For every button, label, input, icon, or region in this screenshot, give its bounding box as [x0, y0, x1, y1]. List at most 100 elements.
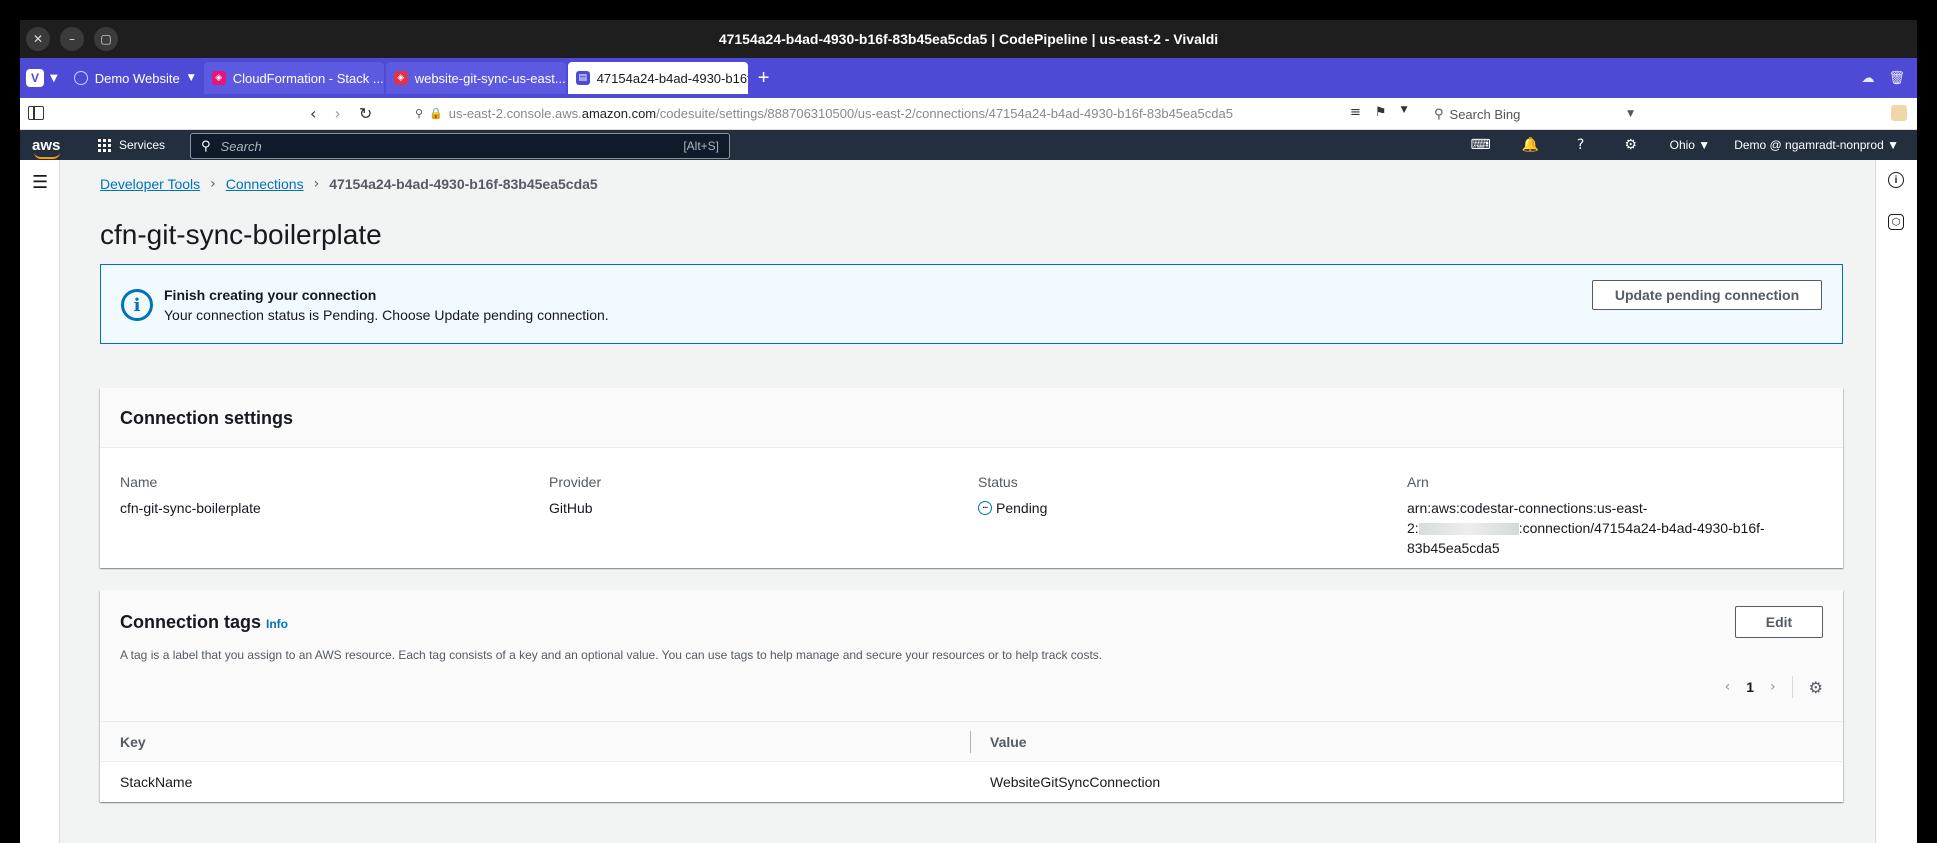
help-icon[interactable]: ?: [1556, 137, 1606, 153]
back-icon[interactable]: ‹: [310, 104, 316, 123]
status-badge: ··· Pending: [978, 498, 1047, 518]
globe-icon: [73, 71, 88, 85]
arn-field: Arn arn:aws:codestar-connections:us-east…: [1407, 474, 1765, 558]
tools-rail: i ⬡: [1875, 160, 1917, 843]
search-shortcut: [Alt+S]: [683, 139, 719, 153]
arn-line: 83b45ea5cda5: [1407, 540, 1500, 556]
window-title: 47154a24-b4ad-4930-b16f-83b45ea5cda5 | C…: [718, 31, 1219, 47]
site-settings-icon[interactable]: ⚲: [415, 107, 423, 120]
info-link[interactable]: Info: [266, 617, 288, 631]
field-value: GitHub: [549, 500, 593, 516]
info-panel-icon[interactable]: i: [1888, 172, 1904, 188]
reload-icon[interactable]: ↻: [359, 104, 372, 123]
minimize-window-icon[interactable]: –: [60, 27, 84, 51]
browser-window: ✕ – ▢ 47154a24-b4ad-4930-b16f-83b45ea5cd…: [20, 20, 1917, 843]
new-tab-icon[interactable]: +: [758, 67, 770, 90]
navigation-controls: ‹ › ↻: [310, 104, 372, 123]
info-icon: i: [121, 289, 153, 321]
tab-cloudformation[interactable]: ◈ CloudFormation - Stack ...: [203, 62, 384, 94]
chevron-down-icon[interactable]: ▼: [50, 73, 58, 84]
field-value: cfn-git-sync-boilerplate: [120, 500, 261, 516]
tab-label: Demo Website: [94, 70, 180, 86]
arn-line: arn:aws:codestar-connections:us-east-: [1407, 500, 1648, 516]
card-header: Connection tags Info A tag is a label th…: [100, 590, 1843, 722]
side-panel-icon[interactable]: [28, 106, 44, 120]
forward-icon[interactable]: ›: [334, 104, 340, 123]
cloud-sync-icon[interactable]: ☁: [1861, 71, 1874, 86]
side-navigation-rail: ☰: [20, 160, 60, 843]
close-window-icon[interactable]: ✕: [26, 27, 50, 51]
search-engine-field[interactable]: ⚲ Search Bing ▼: [1428, 102, 1638, 126]
redacted-account-id: [1418, 523, 1519, 536]
tags-description: A tag is a label that you assign to an A…: [120, 648, 1103, 662]
breadcrumb-connections[interactable]: Connections: [226, 176, 304, 192]
aws-logo[interactable]: aws: [32, 137, 68, 159]
update-pending-connection-button[interactable]: Update pending connection: [1592, 280, 1822, 310]
tab-label: CloudFormation - Stack ...: [232, 70, 384, 86]
status-text: Pending: [996, 500, 1048, 516]
tab-website-git-sync[interactable]: ◈ website-git-sync-us-east...: [385, 62, 566, 94]
chevron-down-icon[interactable]: ▼: [1627, 109, 1634, 119]
previous-page-icon[interactable]: ‹: [1725, 679, 1731, 695]
edit-tags-button[interactable]: Edit: [1735, 606, 1823, 638]
settings-gear-icon[interactable]: ⚙: [1606, 137, 1656, 153]
tab-connection[interactable]: ▤ 47154a24-b4ad-4930-b16f: [567, 62, 748, 94]
grid-icon: [98, 138, 111, 152]
region-selector[interactable]: Ohio ▼: [1670, 138, 1711, 152]
maximize-window-icon[interactable]: ▢: [94, 27, 118, 51]
field-label: Provider: [549, 474, 602, 490]
chevron-right-icon: ›: [210, 176, 216, 192]
tab-demo-website[interactable]: Demo Website ▼: [66, 62, 202, 94]
info-alert: i Finish creating your connection Your c…: [100, 264, 1843, 344]
field-label: Status: [978, 474, 1018, 490]
vivaldi-menu-icon[interactable]: V: [26, 69, 44, 87]
search-placeholder: Search: [220, 138, 262, 154]
tab-bar: V ▼ Demo Website ▼ ◈ CloudFormation - St…: [20, 58, 1917, 98]
arn-value: arn:aws:codestar-connections:us-east- 2:…: [1407, 498, 1765, 558]
tab-label: 47154a24-b4ad-4930-b16f: [596, 70, 748, 86]
divider: [1791, 676, 1793, 698]
arn-line: :connection/47154a24-b4ad-4930-b16f-: [1518, 520, 1765, 536]
tag-key-cell: StackName: [120, 774, 193, 790]
lock-icon: 🔒: [429, 107, 443, 120]
table-header: Key Value: [100, 722, 1843, 762]
url-prefix: us-east-2.console.aws.: [448, 106, 582, 121]
next-page-icon[interactable]: ›: [1770, 679, 1776, 695]
breadcrumb-developer-tools[interactable]: Developer Tools: [100, 176, 200, 192]
tag-value-cell: WebsiteGitSyncConnection: [990, 774, 1161, 790]
hamburger-menu-icon[interactable]: ☰: [32, 172, 48, 193]
status-field: Status ··· Pending: [978, 474, 1047, 518]
field-label: Arn: [1407, 474, 1429, 490]
name-field: Name cfn-git-sync-boilerplate: [120, 474, 261, 518]
aws-top-nav: aws Services ⚲ Search [Alt+S] ⌨ 🔔 ? ⚙ Oh…: [20, 130, 1917, 160]
preferences-gear-icon[interactable]: ⚙: [1809, 678, 1823, 697]
column-resizer[interactable]: [970, 731, 971, 753]
chevron-down-icon[interactable]: ▼: [188, 73, 195, 83]
alert-message: Your connection status is Pending. Choos…: [164, 307, 609, 323]
chevron-down-icon[interactable]: ▼: [1401, 105, 1408, 120]
page-number[interactable]: 1: [1746, 679, 1754, 695]
aws-search-input[interactable]: ⚲ Search [Alt+S]: [190, 133, 730, 159]
services-menu[interactable]: Services: [98, 138, 165, 152]
arn-line: 2:: [1407, 520, 1419, 536]
card-title: Connection settings: [120, 408, 294, 428]
column-header-key[interactable]: Key: [120, 722, 146, 762]
reader-view-icon[interactable]: ≡: [1350, 105, 1361, 120]
bookmark-icon[interactable]: ⚑: [1375, 105, 1387, 120]
account-menu[interactable]: Demo @ ngamradt-nonprod ▼: [1734, 138, 1899, 152]
tabbar-tools: ☁ 🗑: [1861, 71, 1905, 86]
url-field[interactable]: ⚲ 🔒 us-east-2.console.aws.amazon.com/cod…: [415, 106, 1233, 121]
card-header: Connection settings: [100, 388, 1843, 448]
notifications-icon[interactable]: 🔔: [1506, 137, 1556, 153]
title-bar: ✕ – ▢ 47154a24-b4ad-4930-b16f-83b45ea5cd…: [20, 20, 1917, 58]
trash-icon[interactable]: 🗑: [1888, 71, 1905, 86]
column-header-value[interactable]: Value: [990, 722, 1027, 762]
extension-icon[interactable]: [1891, 105, 1907, 121]
feedback-icon[interactable]: ⬡: [1888, 214, 1904, 230]
pagination: ‹ 1 › ⚙: [1725, 676, 1823, 698]
cloudshell-icon[interactable]: ⌨: [1456, 137, 1506, 153]
address-tools: ≡ ⚑ ▼: [1350, 105, 1407, 120]
url-path: /codesuite/settings/888706310500/us-east…: [656, 106, 1233, 121]
address-bar: ‹ › ↻ ⚲ 🔒 us-east-2.console.aws.amazon.c…: [20, 98, 1917, 130]
connection-tags-card: Connection tags Info A tag is a label th…: [100, 590, 1843, 802]
